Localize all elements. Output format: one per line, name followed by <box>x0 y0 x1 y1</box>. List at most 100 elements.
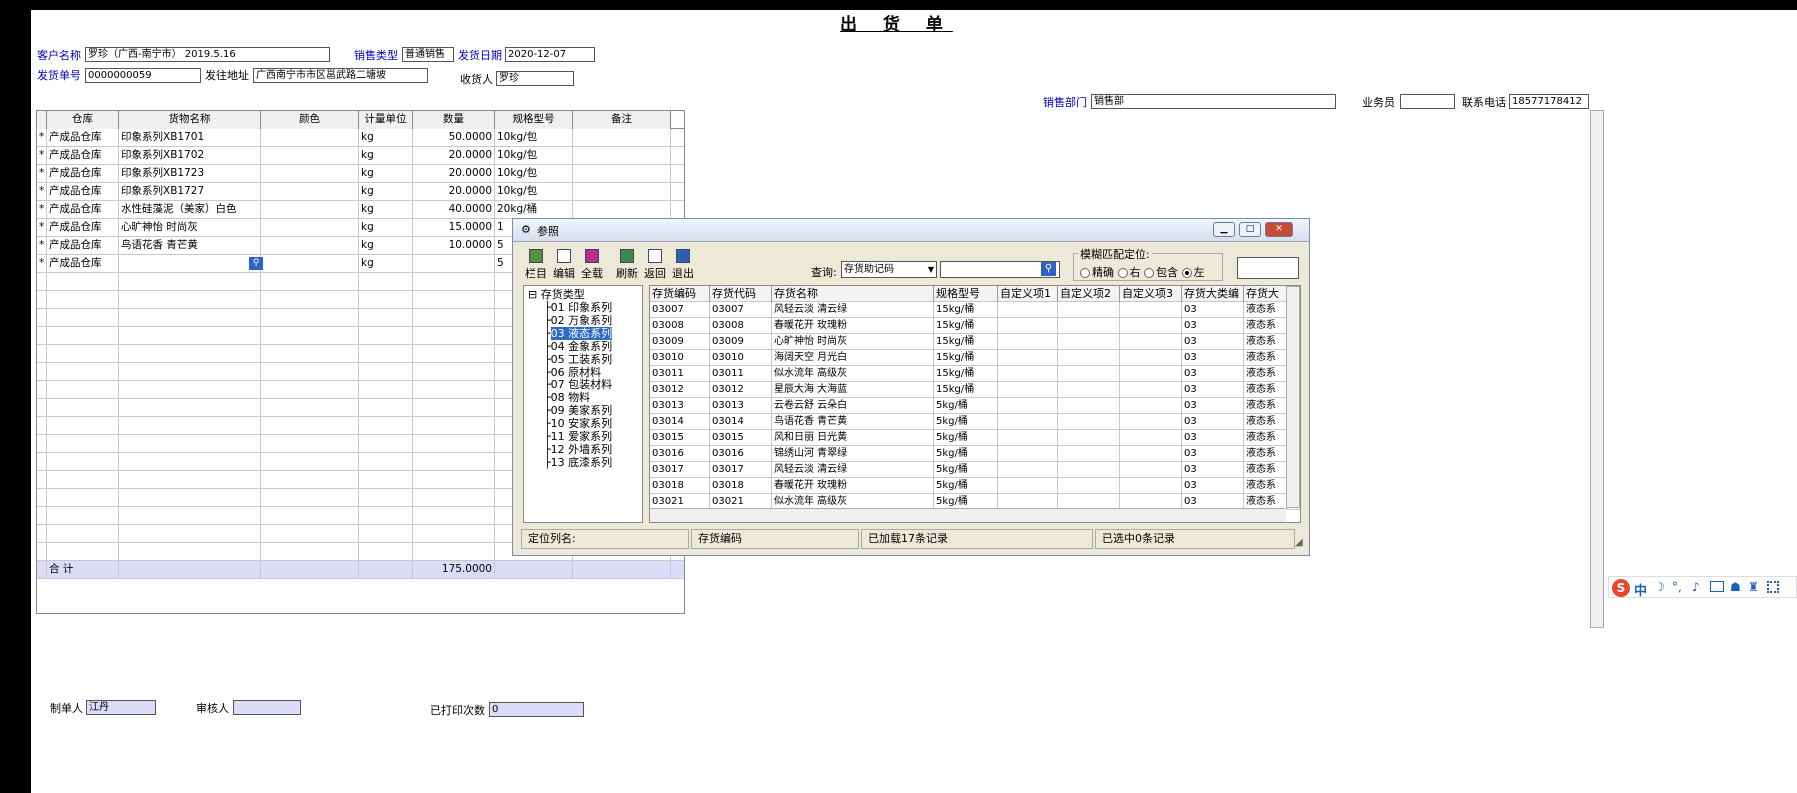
inventory-cell[interactable]: 03 <box>1182 414 1244 430</box>
table-row[interactable]: * 产成品仓库 印象系列XB1701 kg 50.0000 10kg/包 <box>37 129 684 147</box>
grid-cell-empty[interactable] <box>413 525 495 543</box>
grid-cell-empty[interactable] <box>119 363 261 381</box>
grid-cell-mark[interactable]: * <box>37 219 47 237</box>
grid-cell-mark[interactable]: * <box>37 129 47 147</box>
inventory-cell[interactable]: 03014 <box>710 414 772 430</box>
grid-cell-empty[interactable] <box>413 471 495 489</box>
inventory-cell[interactable]: 液态系 <box>1244 302 1288 318</box>
exit-tool-button[interactable]: 退出 <box>668 249 698 281</box>
grid-cell-empty[interactable] <box>413 453 495 471</box>
inventory-cell[interactable]: 液态系 <box>1244 414 1288 430</box>
grid-cell-empty[interactable] <box>47 309 119 327</box>
grid-cell-empty[interactable] <box>359 543 413 561</box>
grid-cell-note[interactable] <box>573 129 671 147</box>
grid-cell-empty[interactable] <box>119 327 261 345</box>
grid-cell-color[interactable] <box>261 165 359 183</box>
tree-item[interactable]: ├10 安家系列 <box>544 417 612 430</box>
table-row[interactable]: * 产成品仓库 水性硅藻泥（美家）白色 kg 40.0000 20kg/桶 <box>37 201 684 219</box>
inventory-cell[interactable]: 03012 <box>650 382 710 398</box>
inventory-cell[interactable]: 03018 <box>710 478 772 494</box>
table-row[interactable]: 03018 03018 春暖花开 玫瑰粉 5kg/桶 03 液态系 <box>650 478 1300 494</box>
grid-cell-mark[interactable]: * <box>37 165 47 183</box>
grid-cell-note[interactable] <box>573 201 671 219</box>
grid-cell-warehouse[interactable]: 产成品仓库 <box>47 147 119 165</box>
tree-item[interactable]: ├04 金象系列 <box>544 340 612 353</box>
inventory-cell[interactable]: 液态系 <box>1244 350 1288 366</box>
grid-cell-spec[interactable]: 10kg/包 <box>495 165 573 183</box>
dept-field[interactable]: 销售部 <box>1091 94 1336 109</box>
table-row[interactable]: 03017 03017 风轻云淡 清云绿 5kg/桶 03 液态系 <box>650 462 1300 478</box>
inventory-cell[interactable]: 03018 <box>650 478 710 494</box>
dropdown-arrow-icon[interactable]: ▼ <box>928 262 934 277</box>
grid-cell-empty[interactable] <box>261 399 359 417</box>
grid-cell-empty[interactable] <box>47 399 119 417</box>
return-tool-button[interactable]: 返回 <box>640 249 670 281</box>
grid-header-cell[interactable]: 货物名称 <box>119 111 261 129</box>
table-row[interactable]: 03015 03015 风和日丽 日光黄 5kg/桶 03 液态系 <box>650 430 1300 446</box>
inventory-cell[interactable]: 5kg/桶 <box>934 478 998 494</box>
inventory-cell[interactable] <box>1120 382 1182 398</box>
grid-cell-spec[interactable]: 20kg/桶 <box>495 201 573 219</box>
inventory-cell[interactable]: 春暖花开 玫瑰粉 <box>772 318 934 334</box>
table-row[interactable]: * 产成品仓库 印象系列XB1727 kg 20.0000 10kg/包 <box>37 183 684 201</box>
form-vertical-scrollbar[interactable] <box>1590 110 1604 628</box>
tree-item[interactable]: ├01 印象系列 <box>544 301 612 314</box>
inventory-header-cell[interactable]: 自定义项2 <box>1058 286 1120 302</box>
inventory-cell[interactable]: 15kg/桶 <box>934 302 998 318</box>
grid-cell-empty[interactable] <box>359 291 413 309</box>
skin-shirt-icon[interactable]: ♜ <box>1748 580 1759 594</box>
grid-cell-warehouse[interactable]: 产成品仓库 <box>47 219 119 237</box>
printed-count-field[interactable]: 0 <box>489 702 584 717</box>
resize-grip-icon[interactable]: ◢ <box>1295 537 1303 548</box>
inventory-cell[interactable]: 03009 <box>650 334 710 350</box>
inventory-cell[interactable] <box>1058 302 1120 318</box>
inventory-cell[interactable]: 03 <box>1182 398 1244 414</box>
grid-cell-color[interactable] <box>261 219 359 237</box>
inventory-cell[interactable]: 5kg/桶 <box>934 414 998 430</box>
table-row[interactable]: 合 计 175.0000 <box>37 561 684 579</box>
load-all-tool-button[interactable]: 全载 <box>577 249 607 281</box>
inventory-cell[interactable]: 03 <box>1182 366 1244 382</box>
moon-icon[interactable]: ☽ <box>1654 580 1665 594</box>
inventory-header-cell[interactable]: 自定义项3 <box>1120 286 1182 302</box>
edit-tool-button[interactable]: 编辑 <box>549 249 579 281</box>
grid-cell-unit[interactable]: kg <box>359 183 413 201</box>
inventory-cell[interactable] <box>1058 382 1120 398</box>
grid-cell-empty[interactable] <box>261 363 359 381</box>
tree-item[interactable]: ├13 底漆系列 <box>544 456 612 469</box>
inventory-cell[interactable] <box>1120 414 1182 430</box>
inventory-cell[interactable]: 03 <box>1182 382 1244 398</box>
grid-cell-qty[interactable] <box>413 255 495 273</box>
inventory-cell[interactable]: 心旷神怡 时尚灰 <box>772 334 934 350</box>
inventory-header-cell[interactable]: 存货编码 <box>650 286 710 302</box>
inventory-cell[interactable] <box>1058 446 1120 462</box>
grid-cell-empty[interactable] <box>47 327 119 345</box>
grid-header-cell[interactable]: 颜色 <box>261 111 359 129</box>
grid-cell-empty[interactable] <box>261 273 359 291</box>
grid-cell-empty[interactable] <box>261 561 359 579</box>
inventory-cell[interactable]: 液态系 <box>1244 478 1288 494</box>
inventory-cell[interactable] <box>1058 318 1120 334</box>
inventory-cell[interactable]: 03009 <box>710 334 772 350</box>
inventory-cell[interactable] <box>1058 414 1120 430</box>
tree-item[interactable]: ├03 液态系列 <box>544 326 613 340</box>
grid-cell-empty[interactable] <box>119 525 261 543</box>
inventory-cell[interactable]: 5kg/桶 <box>934 462 998 478</box>
inventory-cell[interactable]: 液态系 <box>1244 446 1288 462</box>
dialog-titlebar[interactable]: ⚙ 参照 ▁ □ ✕ <box>513 219 1309 242</box>
grid-cell-warehouse[interactable]: 产成品仓库 <box>47 201 119 219</box>
inventory-cell[interactable] <box>998 462 1058 478</box>
inventory-cell[interactable]: 锦绣山河 青翠绿 <box>772 446 934 462</box>
radio-contains[interactable]: 包含 <box>1144 266 1178 279</box>
tree-item[interactable]: ├07 包装材料 <box>544 378 612 391</box>
table-row[interactable]: 03011 03011 似水流年 高级灰 15kg/桶 03 液态系 <box>650 366 1300 382</box>
grid-cell-qty[interactable]: 40.0000 <box>413 201 495 219</box>
grid-menu-icon[interactable] <box>1767 581 1779 593</box>
tree-item[interactable]: ├06 原材料 <box>544 366 601 379</box>
grid-cell-empty[interactable] <box>47 345 119 363</box>
grid-cell-name[interactable]: 印象系列XB1702 <box>119 147 261 165</box>
clerk-field[interactable] <box>1400 94 1455 109</box>
grid-cell-empty[interactable] <box>495 561 573 579</box>
grid-cell-empty[interactable] <box>413 381 495 399</box>
lookup-search-icon[interactable]: ⚲ <box>249 257 263 270</box>
